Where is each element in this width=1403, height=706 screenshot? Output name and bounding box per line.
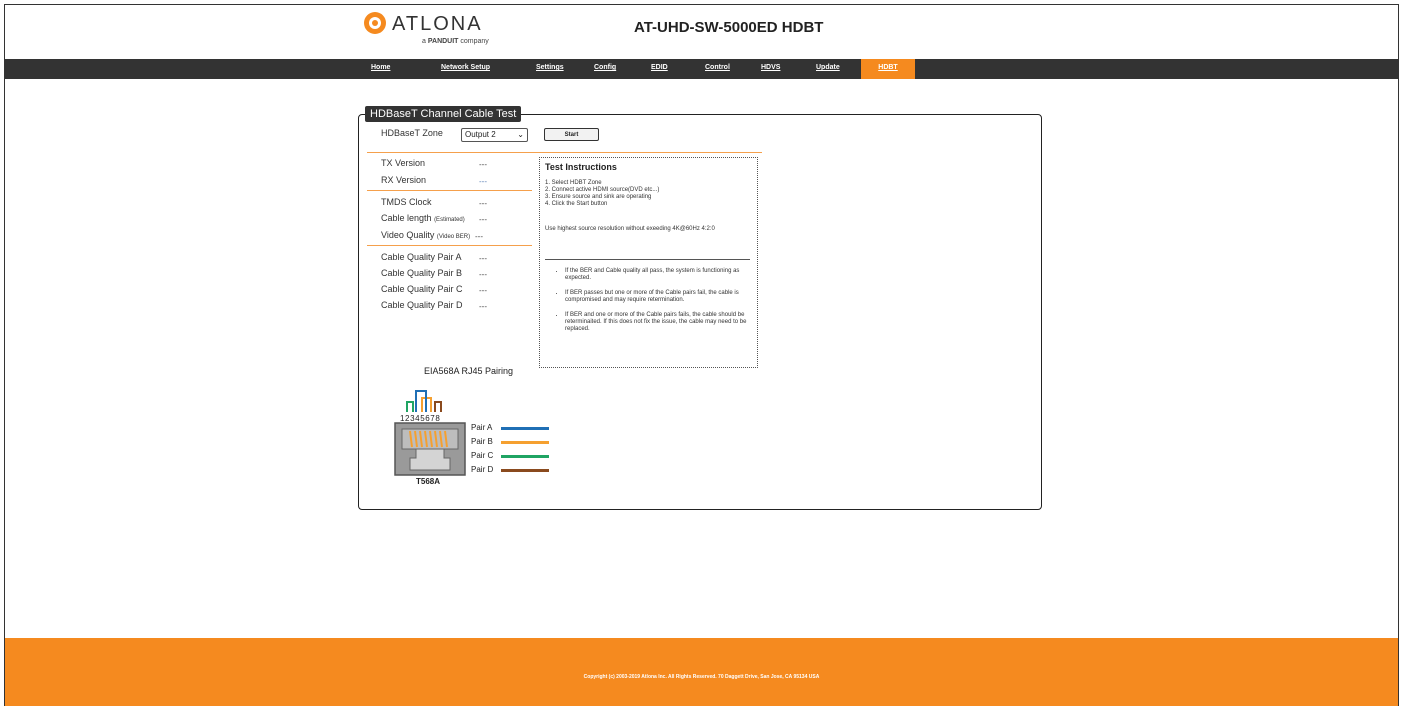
- nav-hdvs[interactable]: HDVS: [761, 64, 780, 71]
- rj45-diagram-title: EIA568A RJ45 Pairing: [424, 366, 514, 376]
- pair-c-label: Cable Quality Pair C: [381, 284, 463, 294]
- step-item: 4. Click the Start button: [545, 201, 608, 207]
- chevron-down-icon: ⌄: [517, 130, 524, 139]
- instructions-divider: [545, 259, 750, 260]
- instructions-bullets: If the BER and Cable quality all pass, t…: [553, 268, 763, 341]
- nav-hdbt-active: HDBT: [861, 59, 915, 79]
- pair-d-value: ---: [479, 302, 487, 311]
- pair-b-value: ---: [479, 270, 487, 279]
- divider-mid: [367, 190, 532, 191]
- pair-c-value: ---: [479, 286, 487, 295]
- tmds-clock-label: TMDS Clock: [381, 197, 432, 207]
- nav-edid[interactable]: EDID: [651, 64, 668, 71]
- cable-length-value: ---: [479, 215, 487, 224]
- divider-lower: [367, 245, 532, 246]
- tx-version-label: TX Version: [381, 158, 426, 168]
- pin-numbers: 12345678: [400, 414, 440, 423]
- connector-standard-label: T568A: [416, 477, 441, 486]
- cable-length-label: Cable length (Estimated): [381, 213, 465, 223]
- instructions-title: Test Instructions: [545, 162, 617, 172]
- nav-update[interactable]: Update: [816, 64, 840, 71]
- pair-b-legend-label: Pair B: [471, 437, 493, 446]
- tx-version-value: ---: [479, 160, 487, 169]
- brand-subline: a PANDUIT company: [422, 38, 489, 45]
- bullet-item: If BER passes but one or more of the Cab…: [565, 290, 763, 304]
- pair-b-legend-line: [501, 441, 549, 444]
- instructions-note: Use highest source resolution without ex…: [545, 226, 715, 232]
- atlona-logo: ATLONA a PANDUIT company: [364, 12, 490, 45]
- pair-c-legend-line: [501, 455, 549, 458]
- nav-home[interactable]: Home: [371, 64, 390, 71]
- zone-select[interactable]: Output 2 ⌄: [461, 128, 528, 142]
- nav-config[interactable]: Config: [594, 64, 616, 71]
- pair-a-legend-line: [501, 427, 549, 430]
- bullet-item: If the BER and Cable quality all pass, t…: [565, 268, 763, 282]
- pair-c-legend-label: Pair C: [471, 451, 494, 460]
- pair-d-legend-label: Pair D: [471, 465, 494, 474]
- footer: Copyright (c) 2003-2019 Atlona Inc. All …: [5, 638, 1398, 706]
- pair-a-label: Cable Quality Pair A: [381, 252, 462, 262]
- main-nav: Home Network Setup Settings Config EDID …: [5, 59, 1398, 79]
- device-title: AT-UHD-SW-5000ED HDBT: [634, 19, 824, 36]
- video-quality-value: ---: [475, 232, 483, 241]
- rx-version-value: ---: [479, 177, 487, 186]
- divider-top: [367, 152, 762, 153]
- atlona-logo-icon: [364, 12, 386, 34]
- step-item: 1. Select HDBT Zone: [545, 180, 602, 186]
- instructions-steps: 1. Select HDBT Zone 2. Connect active HD…: [545, 180, 659, 208]
- nav-settings[interactable]: Settings: [536, 64, 564, 71]
- nav-hdbt[interactable]: HDBT: [861, 59, 915, 71]
- nav-control[interactable]: Control: [705, 64, 730, 71]
- zone-label: HDBaseT Zone: [381, 128, 443, 138]
- step-item: 3. Ensure source and sink are operating: [545, 194, 652, 200]
- copyright-text: Copyright (c) 2003-2019 Atlona Inc. All …: [583, 674, 820, 680]
- pair-d-label: Cable Quality Pair D: [381, 300, 463, 310]
- start-button[interactable]: Start: [544, 128, 599, 141]
- zone-select-value: Output 2: [465, 130, 496, 139]
- bullet-item: If BER and one or more of the Cable pair…: [565, 312, 763, 333]
- brand-name: ATLONA: [392, 13, 483, 35]
- pair-b-label: Cable Quality Pair B: [381, 268, 463, 278]
- pair-d-legend-line: [501, 469, 549, 472]
- rj45-connector-diagram: 12345678: [394, 390, 466, 476]
- pair-a-value: ---: [479, 254, 487, 263]
- test-instructions-box: Test Instructions 1. Select HDBT Zone 2.…: [539, 157, 758, 368]
- nav-network-setup[interactable]: Network Setup: [441, 64, 490, 71]
- panel-title: HDBaseT Channel Cable Test: [365, 106, 522, 122]
- pair-a-legend-label: Pair A: [471, 423, 493, 432]
- tmds-clock-value: ---: [479, 199, 487, 208]
- step-item: 2. Connect active HDMI source(DVD etc...…: [545, 187, 660, 193]
- video-quality-label: Video Quality (Video BER): [381, 230, 471, 240]
- rx-version-label: RX Version: [381, 175, 427, 185]
